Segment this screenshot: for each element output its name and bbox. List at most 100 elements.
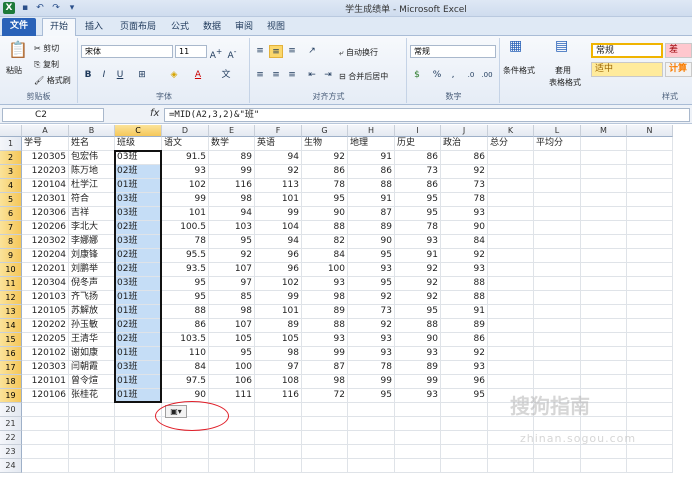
row-header[interactable]: 10 — [0, 263, 22, 277]
cell[interactable]: 02班 — [115, 221, 162, 235]
cell[interactable] — [627, 151, 673, 165]
cell[interactable] — [488, 291, 534, 305]
cell[interactable]: 120104 — [22, 179, 69, 193]
cell[interactable]: 100 — [302, 263, 348, 277]
cell[interactable] — [488, 165, 534, 179]
cell[interactable]: 符合 — [69, 193, 115, 207]
cell[interactable]: 92 — [395, 277, 441, 291]
cell[interactable]: 120101 — [22, 375, 69, 389]
style-neutral[interactable]: 适中 — [591, 62, 663, 77]
column-header-f[interactable]: F — [255, 125, 302, 137]
cell[interactable] — [581, 151, 627, 165]
cell[interactable] — [255, 403, 302, 417]
cell[interactable]: 78 — [162, 235, 209, 249]
cell[interactable]: 95 — [209, 347, 255, 361]
cell[interactable]: 87 — [302, 361, 348, 375]
cell[interactable] — [534, 459, 581, 473]
cell[interactable]: 02班 — [115, 319, 162, 333]
percent-icon[interactable]: % — [430, 69, 444, 82]
insert-function-icon[interactable]: fx — [150, 108, 159, 119]
cell[interactable]: 语文 — [162, 137, 209, 151]
cell[interactable]: 120304 — [22, 277, 69, 291]
cell[interactable] — [441, 403, 488, 417]
cell[interactable]: 02班 — [115, 249, 162, 263]
row-header[interactable]: 3 — [0, 165, 22, 179]
tab-page-layout[interactable]: 页面布局 — [114, 19, 162, 36]
cell[interactable]: 86 — [395, 151, 441, 165]
row-header[interactable]: 4 — [0, 179, 22, 193]
cell[interactable]: 吉祥 — [69, 207, 115, 221]
cell[interactable] — [627, 375, 673, 389]
cell[interactable] — [581, 207, 627, 221]
cell[interactable]: 91 — [348, 151, 395, 165]
cell[interactable]: 92 — [395, 291, 441, 305]
row-header[interactable]: 21 — [0, 417, 22, 431]
cell[interactable]: 91.5 — [162, 151, 209, 165]
cell[interactable] — [488, 319, 534, 333]
cell[interactable]: 107 — [209, 263, 255, 277]
cell[interactable] — [627, 165, 673, 179]
style-bad[interactable]: 差 — [665, 43, 692, 58]
cell[interactable] — [395, 431, 441, 445]
cell[interactable]: 95 — [348, 277, 395, 291]
column-header-m[interactable]: M — [581, 125, 627, 137]
cell[interactable] — [534, 277, 581, 291]
cell[interactable] — [255, 459, 302, 473]
row-header[interactable]: 6 — [0, 207, 22, 221]
row-header[interactable]: 9 — [0, 249, 22, 263]
cell[interactable]: 95 — [348, 249, 395, 263]
cell[interactable]: 72 — [302, 389, 348, 403]
cell[interactable]: 91 — [395, 249, 441, 263]
cell[interactable] — [302, 445, 348, 459]
cell[interactable]: 99 — [162, 193, 209, 207]
cell[interactable]: 116 — [255, 389, 302, 403]
cell[interactable] — [441, 417, 488, 431]
cell[interactable] — [627, 347, 673, 361]
format-as-table-icon[interactable]: ▤ — [555, 39, 568, 53]
row-header[interactable]: 7 — [0, 221, 22, 235]
cell[interactable]: 78 — [441, 193, 488, 207]
cell[interactable] — [534, 347, 581, 361]
align-middle-icon[interactable]: ≡ — [269, 45, 283, 58]
cell[interactable]: 89 — [441, 319, 488, 333]
column-header-c[interactable]: C — [115, 125, 162, 137]
select-all-corner[interactable] — [0, 125, 22, 137]
cell[interactable]: 89 — [209, 151, 255, 165]
cell[interactable]: 90 — [348, 235, 395, 249]
cell[interactable] — [627, 207, 673, 221]
cell[interactable] — [395, 445, 441, 459]
cell[interactable] — [627, 235, 673, 249]
cell[interactable] — [488, 333, 534, 347]
cell[interactable]: 88 — [302, 221, 348, 235]
align-center-icon[interactable]: ≡ — [269, 69, 283, 82]
cell[interactable] — [534, 151, 581, 165]
cell[interactable] — [534, 319, 581, 333]
formula-input[interactable]: =MID(A2,3,2)&"班" — [164, 108, 690, 122]
column-header-n[interactable]: N — [627, 125, 673, 137]
cell[interactable]: 86 — [348, 165, 395, 179]
cell[interactable] — [627, 361, 673, 375]
cell[interactable]: 88 — [441, 277, 488, 291]
bold-button[interactable]: B — [81, 69, 95, 82]
cell[interactable] — [162, 459, 209, 473]
cell[interactable] — [115, 445, 162, 459]
currency-icon[interactable]: $ — [410, 69, 424, 82]
cell[interactable]: 91 — [441, 305, 488, 319]
cell[interactable]: 92 — [395, 263, 441, 277]
cell[interactable]: 88 — [162, 305, 209, 319]
cell[interactable]: 120103 — [22, 291, 69, 305]
row-header[interactable]: 24 — [0, 459, 22, 473]
cell[interactable] — [395, 417, 441, 431]
underline-button[interactable]: U — [113, 69, 127, 82]
cell[interactable]: 88 — [395, 319, 441, 333]
merge-center-button[interactable]: ⊟ 合并后居中 — [339, 71, 388, 82]
cell[interactable] — [255, 417, 302, 431]
style-normal[interactable]: 常规 — [591, 43, 663, 58]
cell[interactable] — [488, 263, 534, 277]
cell[interactable]: 92 — [348, 319, 395, 333]
cell[interactable]: 88 — [302, 319, 348, 333]
increase-decimal-icon[interactable]: .0 — [464, 69, 478, 82]
cell[interactable]: 86 — [395, 179, 441, 193]
tab-review[interactable]: 审阅 — [230, 19, 258, 36]
cell[interactable]: 93 — [441, 207, 488, 221]
